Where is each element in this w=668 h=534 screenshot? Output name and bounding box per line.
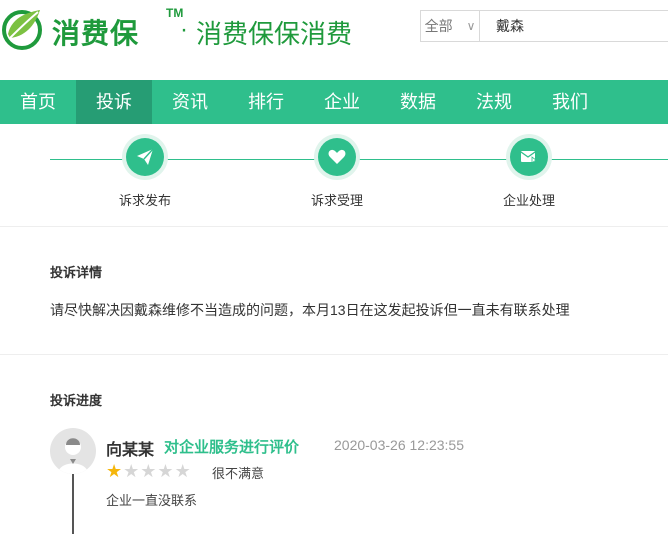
nav-item-home[interactable]: 首页 (0, 80, 76, 124)
step-submit: 诉求发布 (95, 138, 195, 209)
complaint-progress-section: 投诉进度 向某某 对企业服务进行评价 2020-03-26 12:23:55 ★… (0, 354, 668, 534)
nav-item-ranking[interactable]: 排行 (228, 80, 304, 124)
search-input[interactable] (480, 10, 668, 42)
complaint-detail-section: 投诉详情 请尽快解决因戴森维修不当造成的问题，本月13日在这发起投诉但一直未有联… (0, 226, 668, 355)
heart-icon (318, 138, 356, 176)
mail-reply-icon (510, 138, 548, 176)
entry-action: 对企业服务进行评价 (164, 439, 300, 456)
logo-text: 消费保 (52, 18, 140, 49)
avatar (50, 428, 96, 474)
timeline-line (72, 474, 74, 534)
step-company-handling: 企业处理 (479, 138, 579, 209)
nav-item-about[interactable]: 我们 (532, 80, 608, 124)
rating-text: 很不满意 (212, 466, 265, 481)
nav-item-companies[interactable]: 企业 (304, 80, 380, 124)
progress-steps: 诉求发布 诉求受理 企业处理 (0, 124, 668, 227)
rating-stars: ★ ★ ★ ★ ★ (106, 461, 191, 481)
nav-item-complaints[interactable]: 投诉 (76, 80, 152, 124)
search-scope-select[interactable]: 全部 ∨ (421, 11, 480, 41)
search-scope-value: 全部 (424, 18, 453, 34)
nav-item-laws[interactable]: 法规 (456, 80, 532, 124)
nav-item-data[interactable]: 数据 (380, 80, 456, 124)
step-label: 诉求受理 (310, 193, 363, 208)
star-icon: ★ (106, 461, 123, 481)
user-name: 向某某 (106, 442, 155, 459)
star-icon: ★ (157, 461, 174, 481)
step-label: 企业处理 (502, 193, 555, 208)
chevron-down-icon: ∨ (466, 19, 476, 33)
complaint-text: 请尽快解决因戴森维修不当造成的问题，本月13日在这发起投诉但一直未有联系处理 (50, 302, 570, 318)
star-icon: ★ (123, 461, 140, 481)
logo-slogan: 消费保保消费 (196, 19, 353, 49)
step-label: 诉求发布 (118, 193, 171, 208)
logo-leaf-icon (2, 10, 42, 50)
user-avatar-icon (58, 438, 88, 474)
site-logo[interactable]: 消费保 TM · 消费保保消费 (0, 6, 380, 54)
search-bar: 全部 ∨ (420, 10, 668, 42)
entry-timestamp: 2020-03-26 12:23:55 (334, 437, 464, 453)
logo-separator: · (180, 16, 188, 43)
header: 消费保 TM · 消费保保消费 全部 ∨ (0, 0, 668, 80)
entry-comment: 企业一直没联系 (106, 493, 198, 508)
nav-item-news[interactable]: 资讯 (152, 80, 228, 124)
star-icon: ★ (140, 461, 157, 481)
section-title: 投诉进度 (50, 393, 103, 408)
step-accepted: 诉求受理 (287, 138, 387, 209)
star-icon: ★ (174, 461, 191, 481)
section-title: 投诉详情 (50, 265, 103, 280)
main-nav: 首页 投诉 资讯 排行 企业 数据 法规 我们 (0, 80, 668, 124)
paper-plane-icon (126, 138, 164, 176)
